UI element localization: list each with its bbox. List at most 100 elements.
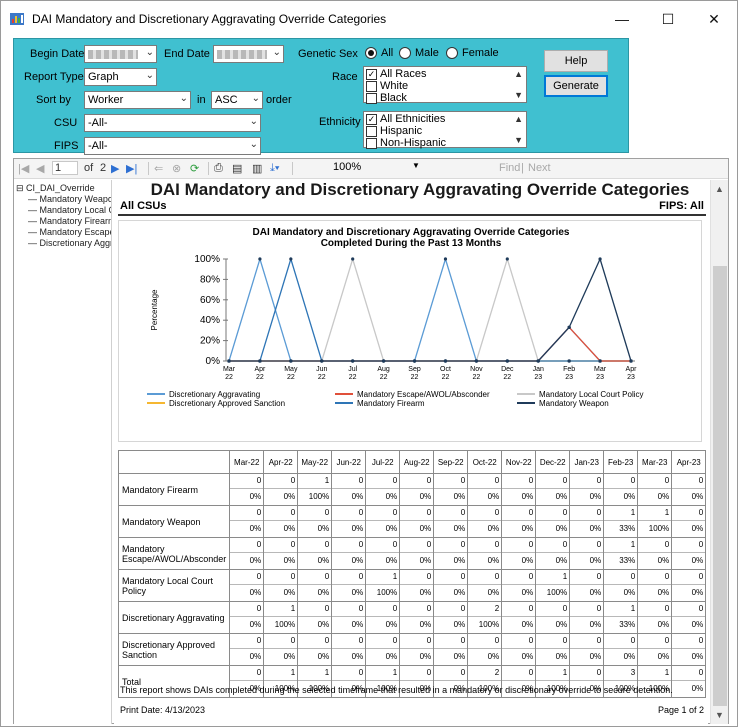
doc-map-item[interactable]: — Mandatory Firearm: [28, 216, 111, 226]
cell-percent: 0%: [419, 556, 432, 565]
sex-radio-male[interactable]: Male: [399, 47, 439, 59]
doc-map-root[interactable]: ⊟ CI_DAI_Override: [16, 183, 95, 194]
cell-count: 0: [332, 666, 366, 681]
current-page-input[interactable]: 1: [52, 161, 78, 175]
close-icon: ✕: [708, 10, 720, 27]
previous-page-icon[interactable]: ◀: [36, 162, 44, 175]
fips-select[interactable]: -All- ⌄: [84, 137, 261, 155]
begin-date-label: Begin Date: [30, 48, 85, 60]
print-layout-icon[interactable]: ▤: [232, 162, 242, 175]
scroll-down-icon[interactable]: ▼: [514, 90, 523, 100]
scroll-up-icon[interactable]: ▲: [514, 114, 523, 124]
race-option[interactable]: ✓ All Races: [366, 68, 426, 80]
minimize-button[interactable]: —: [599, 1, 645, 37]
scrollbar-thumb[interactable]: [713, 266, 727, 706]
last-page-icon[interactable]: ▶|: [126, 162, 137, 175]
title-bar[interactable]: DAI Mandatory and Discretionary Aggravat…: [1, 1, 737, 37]
race-option[interactable]: White: [366, 80, 408, 92]
ethnicity-option[interactable]: Hispanic: [366, 125, 422, 137]
chevron-down-icon: ⌄: [249, 139, 258, 150]
cell-percent: 0%: [555, 620, 568, 629]
genetic-sex-label: Genetic Sex: [298, 48, 358, 60]
ethnicity-label: Ethnicity: [319, 116, 361, 128]
refresh-icon[interactable]: ⟳: [190, 162, 199, 175]
table-cell: 0 0%: [399, 569, 435, 602]
checkbox-icon: [366, 92, 377, 104]
redacted-date: [88, 50, 138, 59]
end-date-picker[interactable]: ⌄: [213, 45, 284, 63]
scroll-up-icon[interactable]: ▲: [514, 69, 523, 79]
print-icon[interactable]: ⎙: [214, 162, 223, 175]
table-cell: 0 0%: [467, 537, 503, 570]
next-page-icon[interactable]: ▶: [111, 162, 119, 175]
next-link[interactable]: Next: [528, 162, 551, 174]
close-button[interactable]: ✕: [691, 1, 737, 37]
doc-map-item[interactable]: — Discretionary Aggravating: [28, 238, 111, 248]
sort-by-select[interactable]: Worker ⌄: [84, 91, 191, 109]
order-select[interactable]: ASC ⌄: [211, 91, 263, 109]
cell-count: 0: [332, 506, 366, 521]
vertical-scrollbar[interactable]: ▲ ▼: [710, 180, 728, 724]
generate-button[interactable]: Generate: [544, 75, 608, 97]
document-map: ⊟ CI_DAI_Override — Mandatory Weapon — M…: [14, 180, 112, 724]
help-button[interactable]: Help: [544, 50, 608, 72]
ethnicity-option[interactable]: Non-Hispanic: [366, 137, 446, 149]
ethnicity-listbox[interactable]: ✓ All Ethnicities Hispanic Non-Hispanic ▲…: [363, 111, 527, 149]
zoom-select[interactable]: 100% ▼: [330, 161, 434, 176]
page-setup-icon[interactable]: ▥: [252, 162, 262, 175]
cell-count: 1: [264, 666, 298, 681]
cell-count: 1: [604, 506, 638, 521]
begin-date-picker[interactable]: ⌄: [84, 45, 157, 63]
doc-map-item[interactable]: — Mandatory Weapon: [28, 194, 111, 204]
ethnicity-option-label: All Ethnicities: [380, 113, 446, 125]
radio-icon: [446, 47, 458, 59]
report-type-select[interactable]: Graph ⌄: [84, 68, 157, 86]
race-option[interactable]: Black: [366, 92, 407, 104]
cell-percent: 100%: [308, 492, 330, 501]
cell-count: 0: [230, 634, 264, 649]
table-column-header: Nov-22: [501, 450, 537, 474]
cell-percent: 33%: [619, 620, 636, 629]
export-icon[interactable]: ⤓▾: [270, 162, 279, 175]
cell-percent: 100%: [648, 524, 670, 533]
cell-count: 0: [672, 570, 706, 585]
sex-radio-female[interactable]: Female: [446, 47, 499, 59]
x-tick-label: 22: [225, 374, 233, 381]
chart-subtitle: Completed During the Past 13 Months: [321, 238, 502, 249]
cell-count: 0: [230, 602, 264, 617]
scroll-up-icon[interactable]: ▲: [715, 184, 724, 194]
cell-count: 2: [468, 666, 502, 681]
table-cell: 0 0%: [331, 601, 367, 634]
first-page-icon[interactable]: |◀: [18, 162, 29, 175]
table-column-header: Feb-23: [603, 450, 639, 474]
cell-percent: 0%: [623, 588, 636, 597]
cell-count: 1: [264, 602, 298, 617]
cell-percent: 100%: [274, 620, 296, 629]
scroll-down-icon[interactable]: ▼: [715, 710, 724, 720]
doc-map-item[interactable]: — Mandatory Escape/AWOL/Absconder: [28, 227, 111, 237]
find-link[interactable]: Find: [499, 162, 520, 174]
csu-select[interactable]: -All- ⌄: [84, 114, 261, 132]
chevron-down-icon: ⌄: [272, 47, 281, 58]
cell-percent: 0%: [249, 556, 262, 565]
report-viewer: |◀ ◀ 1 of 2 ▶ ▶| ⇐ ⊗ ⟳ ⎙ ▤ ▥ ⤓▾ 100% ▼ Fi…: [13, 158, 729, 724]
cell-count: 0: [332, 634, 366, 649]
cell-percent: 0%: [657, 620, 670, 629]
table-cell: 2 100%: [467, 601, 503, 634]
ethnicity-option[interactable]: ✓ All Ethnicities: [366, 113, 445, 125]
cell-count: 0: [672, 538, 706, 553]
race-listbox[interactable]: ✓ All Races White Black ▲ ▼: [363, 66, 527, 104]
scroll-down-icon[interactable]: ▼: [514, 135, 523, 145]
stop-icon[interactable]: ⊗: [172, 162, 181, 175]
cell-percent: 0%: [385, 620, 398, 629]
doc-map-item[interactable]: — Mandatory Local Court Policy: [28, 205, 111, 215]
back-icon[interactable]: ⇐: [154, 162, 163, 175]
cell-count: 0: [672, 474, 706, 489]
cell-count: 0: [468, 634, 502, 649]
table-cell: 0 0%: [569, 505, 605, 538]
maximize-button[interactable]: ☐: [645, 1, 691, 37]
table-cell: 0 0%: [569, 601, 605, 634]
x-tick-label: Mar: [223, 366, 236, 373]
sex-radio-all[interactable]: All: [365, 47, 393, 59]
x-tick-label: 22: [472, 374, 480, 381]
